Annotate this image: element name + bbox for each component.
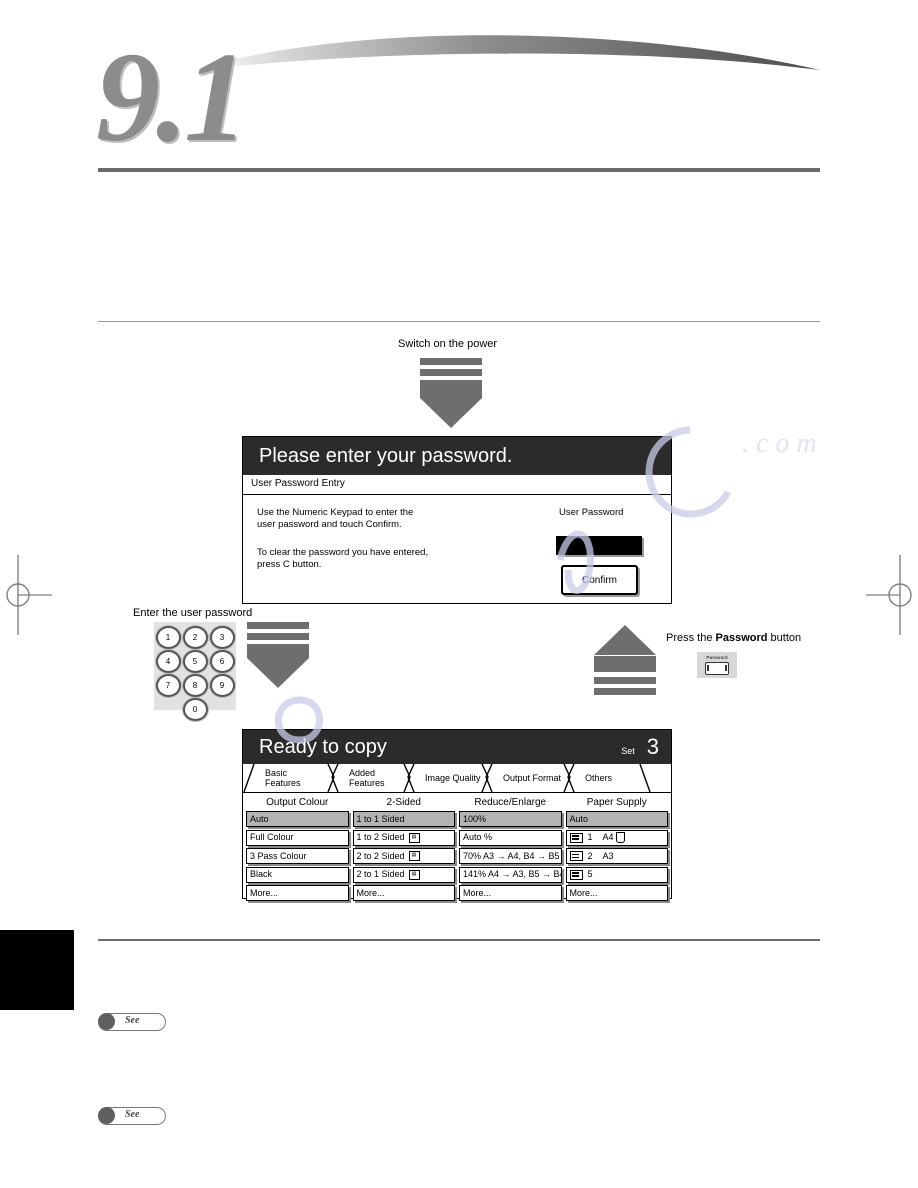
see-badge-1: See [98, 1013, 166, 1031]
duplex-icon: ▤ [408, 851, 420, 861]
copier-option-columns: Output Colour Auto Full Colour 3 Pass Co… [243, 793, 671, 907]
keypad-row: 0 [154, 698, 236, 721]
keypad-key-1[interactable]: 1 [155, 626, 181, 649]
column-heading: Output Colour [266, 797, 329, 808]
password-hardware-button[interactable]: Password [697, 652, 737, 678]
column-heading: Reduce/Enlarge [474, 797, 547, 808]
chapter-thumb-tab [0, 930, 74, 1010]
keypad-row: 1 2 3 [154, 626, 236, 649]
tab-image-quality[interactable]: Image Quality [411, 764, 489, 792]
paper-tray-icon [569, 851, 583, 861]
tab-output-format[interactable]: Output Format [489, 764, 571, 792]
option-output-colour-3pass[interactable]: 3 Pass Colour [246, 848, 349, 864]
flow-arrow-down-2 [247, 622, 309, 688]
password-instruction-1: Use the Numeric Keypad to enter the user… [257, 507, 414, 530]
option-paper-auto[interactable]: Auto [565, 811, 668, 827]
column-reduce-enlarge: Reduce/Enlarge 100% Auto % 70% A3 → A4, … [459, 795, 562, 904]
keypad-key-0[interactable]: 0 [182, 698, 208, 721]
option-output-colour-auto[interactable]: Auto [246, 811, 349, 827]
press-suffix: button [767, 632, 802, 644]
option-zoom-141[interactable]: 141% A4 → A3, B5 → B4 [459, 866, 562, 883]
user-password-input[interactable] [556, 536, 642, 555]
keypad-key-4[interactable]: 4 [155, 650, 181, 673]
password-instruction-2: To clear the password you have entered, … [257, 547, 429, 570]
see-label: See [125, 1015, 140, 1026]
paper-tray-icon [569, 832, 583, 843]
registration-mark-left [0, 555, 52, 635]
password-field-label: User Password [559, 507, 624, 518]
see-label: See [125, 1109, 140, 1120]
keypad-key-5[interactable]: 5 [182, 650, 208, 673]
see-bullet-icon [98, 1107, 115, 1124]
keypad-key-6[interactable]: 6 [209, 650, 235, 673]
copier-control-panel: Ready to copy Set 3 Basic Features Added… [242, 729, 672, 901]
option-paper-more[interactable]: More... [565, 885, 668, 901]
press-bold: Password [715, 632, 768, 644]
tab-added-features[interactable]: Added Features [335, 764, 411, 792]
svg-text:. c o m: . c o m [742, 428, 817, 459]
password-button-indicator [705, 662, 729, 675]
tab-basic-features[interactable]: Basic Features [251, 764, 335, 792]
option-2sided-1to1[interactable]: 1 to 1 Sided [352, 811, 455, 827]
option-zoom-auto[interactable]: Auto % [459, 829, 562, 846]
see-badge-2: See [98, 1107, 166, 1125]
option-2sided-1to2[interactable]: 1 to 2 Sided ▤ [352, 829, 455, 846]
column-heading: 2-Sided [386, 797, 421, 808]
option-output-colour-black[interactable]: Black [246, 866, 349, 883]
set-label: Set [621, 746, 635, 756]
rule-middle [98, 321, 820, 322]
rule-bottom [98, 939, 820, 941]
duplex-icon: ▤ [408, 869, 420, 880]
step-label-enter-password: Enter the user password [133, 607, 253, 619]
keypad-key-9[interactable]: 9 [209, 674, 235, 697]
flow-arrow-down-1 [420, 358, 482, 428]
option-zoom-100[interactable]: 100% [459, 811, 562, 827]
copy-count-group: Set 3 [621, 736, 671, 758]
option-2sided-2to2[interactable]: 2 to 2 Sided ▤ [352, 848, 455, 864]
keypad-key-2[interactable]: 2 [182, 626, 208, 649]
column-output-colour: Output Colour Auto Full Colour 3 Pass Co… [246, 795, 349, 904]
password-dialog-subtitle: User Password Entry [243, 475, 671, 495]
keypad-row: 4 5 6 [154, 650, 236, 673]
flow-arrow-up-1 [594, 625, 656, 699]
keypad-row: 7 8 9 [154, 674, 236, 697]
column-2-sided: 2-Sided 1 to 1 Sided 1 to 2 Sided ▤ 2 to… [352, 795, 455, 904]
numeric-keypad[interactable]: 1 2 3 4 5 6 7 8 9 0 [154, 622, 236, 721]
option-output-colour-more[interactable]: More... [246, 885, 349, 901]
tab-others[interactable]: Others [571, 764, 643, 792]
page-title: 9.1 [96, 26, 248, 168]
option-paper-tray-5[interactable]: 5 [565, 866, 668, 883]
option-2sided-more[interactable]: More... [352, 885, 455, 901]
copier-status-text: Ready to copy [259, 735, 387, 758]
option-zoom-70[interactable]: 70% A3 → A4, B4 → B5 [459, 848, 562, 864]
duplex-icon: ▤ [408, 832, 420, 843]
option-paper-tray-2[interactable]: 2 A3 [565, 848, 668, 864]
step-label-switch-power: Switch on the power [398, 338, 498, 350]
keypad-key-7[interactable]: 7 [155, 674, 181, 697]
copier-panel-statusbar: Ready to copy Set 3 [243, 730, 671, 764]
keypad-key-8[interactable]: 8 [182, 674, 208, 697]
column-paper-supply: Paper Supply Auto 1 A4 2 A3 5 More... [565, 795, 668, 904]
confirm-button[interactable]: Confirm [561, 565, 638, 595]
password-dialog-titlebar: Please enter your password. [243, 437, 671, 475]
set-value: 3 [646, 734, 659, 759]
step-label-press-password-button: Press the Password button [666, 631, 801, 645]
bypass-tray-icon [569, 869, 583, 880]
option-output-colour-full[interactable]: Full Colour [246, 829, 349, 846]
password-button-caption: Password [706, 655, 728, 660]
copier-tab-bar: Basic Features Added Features Image Qual… [243, 764, 671, 793]
keypad-key-3[interactable]: 3 [209, 626, 235, 649]
option-2sided-2to1[interactable]: 2 to 1 Sided ▤ [352, 866, 455, 883]
portrait-orientation-icon [615, 832, 625, 843]
option-zoom-more[interactable]: More... [459, 885, 562, 901]
rule-top [98, 168, 820, 172]
see-bullet-icon [98, 1013, 115, 1030]
column-heading: Paper Supply [586, 797, 647, 808]
press-prefix: Press the [666, 632, 716, 644]
password-dialog-title: Please enter your password. [259, 444, 513, 467]
option-paper-tray-1[interactable]: 1 A4 [565, 829, 668, 846]
registration-mark-right [866, 555, 918, 635]
